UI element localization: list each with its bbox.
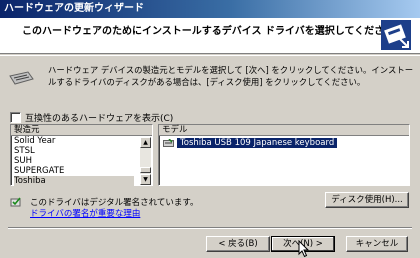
- scroll-down-button[interactable]: ▼: [140, 174, 151, 185]
- button-separator: [8, 227, 412, 229]
- manufacturer-item[interactable]: SUPERGATE: [14, 166, 152, 176]
- manufacturer-item-selected[interactable]: Toshiba: [14, 176, 134, 186]
- cancel-button[interactable]: キャンセル: [346, 236, 408, 252]
- mouse-cursor-icon: [298, 240, 310, 258]
- manufacturer-item[interactable]: STSL: [14, 146, 152, 156]
- compat-checkbox-label[interactable]: 互換性のあるハードウェアを表示(C): [25, 111, 173, 124]
- model-item-label[interactable]: Toshiba USB 109 Japanese keyboard: [177, 138, 338, 148]
- back-button[interactable]: < 戻る(B): [206, 236, 270, 252]
- description-text: ハードウェア デバイスの製造元とモデルを選択して [次へ] をクリックしてくださ…: [48, 65, 414, 87]
- keyboard-icon: [9, 71, 34, 85]
- manufacturer-item[interactable]: Solid Year: [14, 136, 152, 146]
- window-title: ハードウェアの更新ウィザード: [0, 0, 420, 18]
- manufacturer-item[interactable]: SUH: [14, 156, 152, 166]
- hardware-wizard-icon: [381, 20, 411, 50]
- compat-checkbox-row[interactable]: 互換性のあるハードウェアを表示(C): [10, 111, 173, 124]
- wizard-header: このハードウェアのためにインストールするデバイス ドライバを選択してください。: [0, 18, 420, 54]
- have-disk-button[interactable]: ディスク使用(H)...: [325, 192, 409, 208]
- signature-link[interactable]: ドライバの署名が重要な理由: [30, 207, 140, 219]
- signed-driver-icon: [10, 197, 21, 207]
- keyboard-icon: [163, 138, 174, 147]
- header-title: このハードウェアのためにインストールするデバイス ドライバを選択してください。: [22, 26, 405, 37]
- model-item[interactable]: Toshiba USB 109 Japanese keyboard: [163, 138, 338, 148]
- manufacturer-scrollbar[interactable]: ▲ ▼: [140, 137, 151, 185]
- header-divider: [0, 55, 420, 56]
- scroll-thumb[interactable]: [140, 167, 151, 173]
- model-header[interactable]: モデル: [159, 125, 409, 136]
- manufacturer-header[interactable]: 製造元: [11, 125, 152, 136]
- scroll-up-button[interactable]: ▲: [140, 137, 151, 148]
- model-list[interactable]: モデル Toshiba USB 109 Japanese keyboard: [158, 124, 410, 186]
- manufacturer-list[interactable]: 製造元 Solid Year STSL SUH SUPERGATE Toshib…: [10, 124, 153, 186]
- compat-checkbox[interactable]: [10, 112, 21, 123]
